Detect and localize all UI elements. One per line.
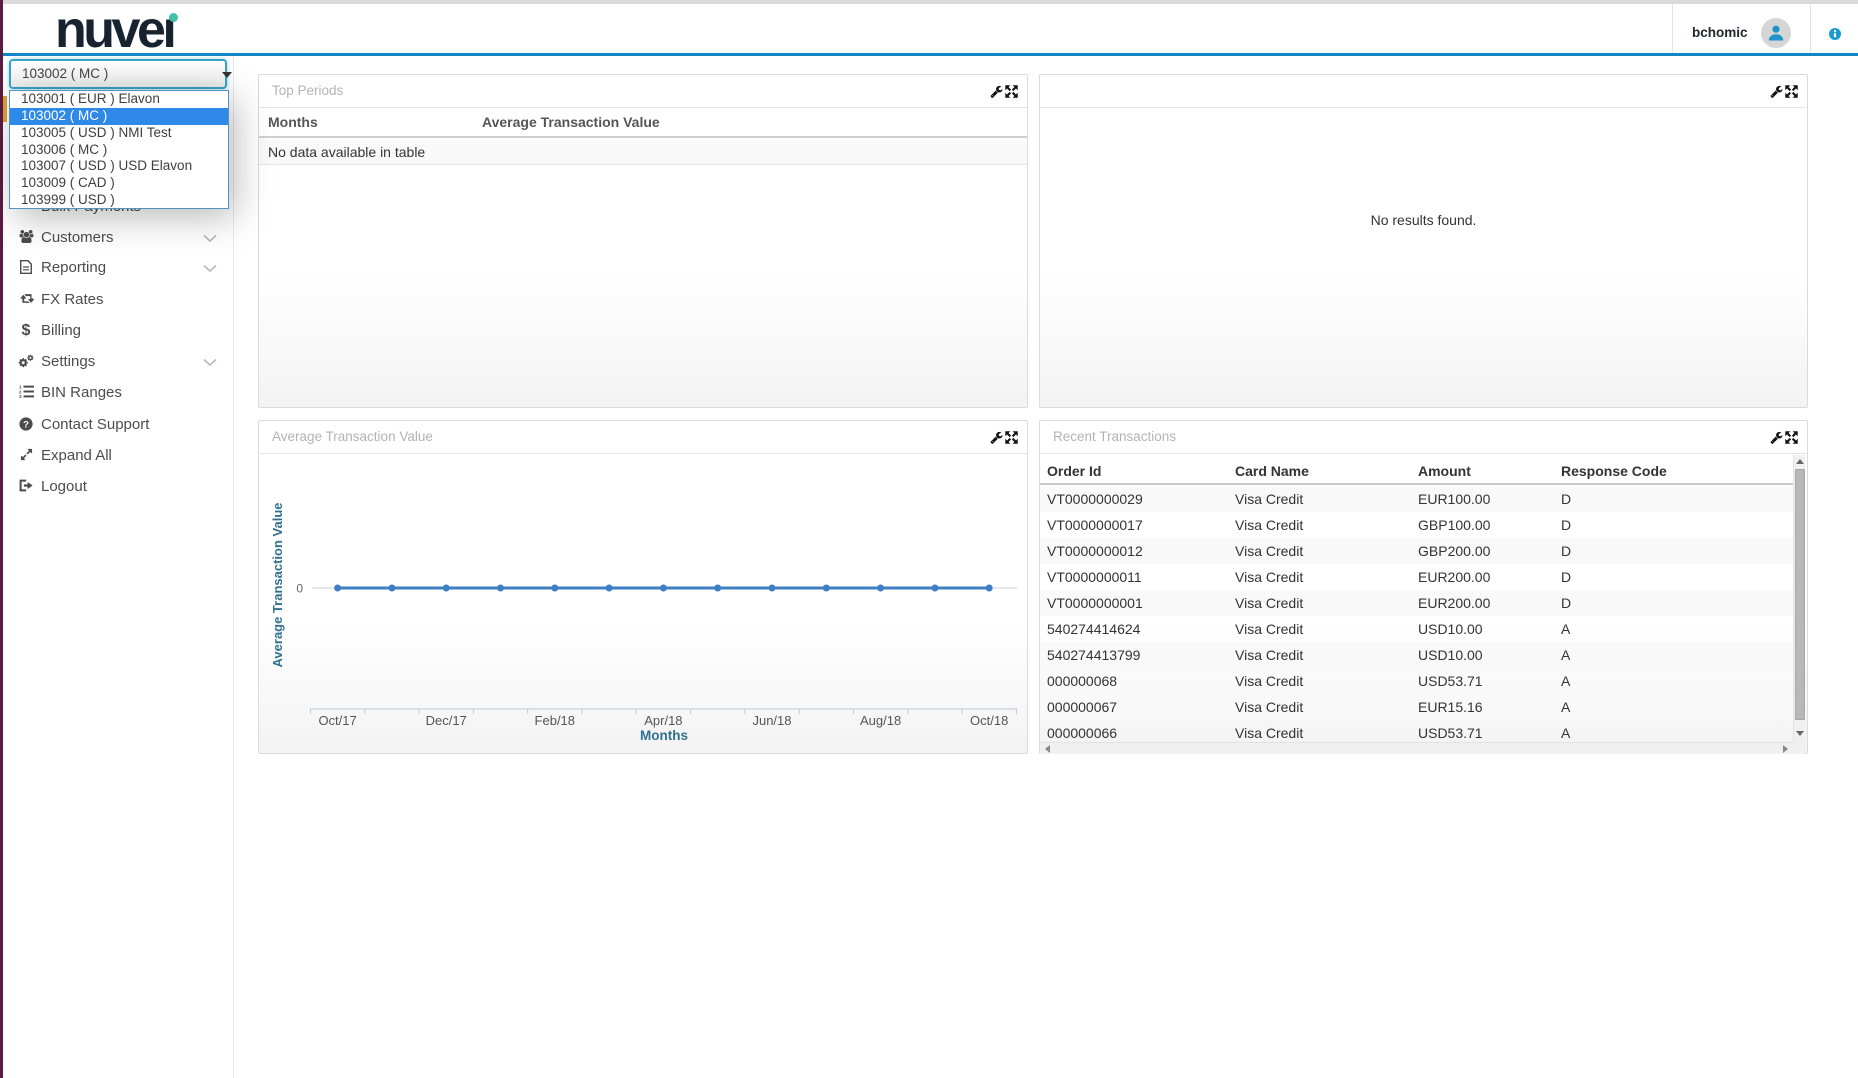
svg-text:0: 0 — [296, 582, 303, 596]
svg-text:3: 3 — [19, 394, 22, 398]
svg-text:?: ? — [23, 419, 29, 430]
svg-text:Feb/18: Feb/18 — [535, 713, 575, 728]
svg-text:Jun/18: Jun/18 — [752, 713, 791, 728]
svg-text:Oct/18: Oct/18 — [970, 713, 1008, 728]
svg-text:Dec/17: Dec/17 — [426, 713, 467, 728]
svg-text:Average Transaction Value: Average Transaction Value — [270, 503, 285, 668]
svg-text:Months: Months — [640, 728, 688, 743]
svg-text:Apr/18: Apr/18 — [644, 713, 682, 728]
svg-text:Oct/17: Oct/17 — [318, 713, 356, 728]
svg-text:Aug/18: Aug/18 — [860, 713, 901, 728]
